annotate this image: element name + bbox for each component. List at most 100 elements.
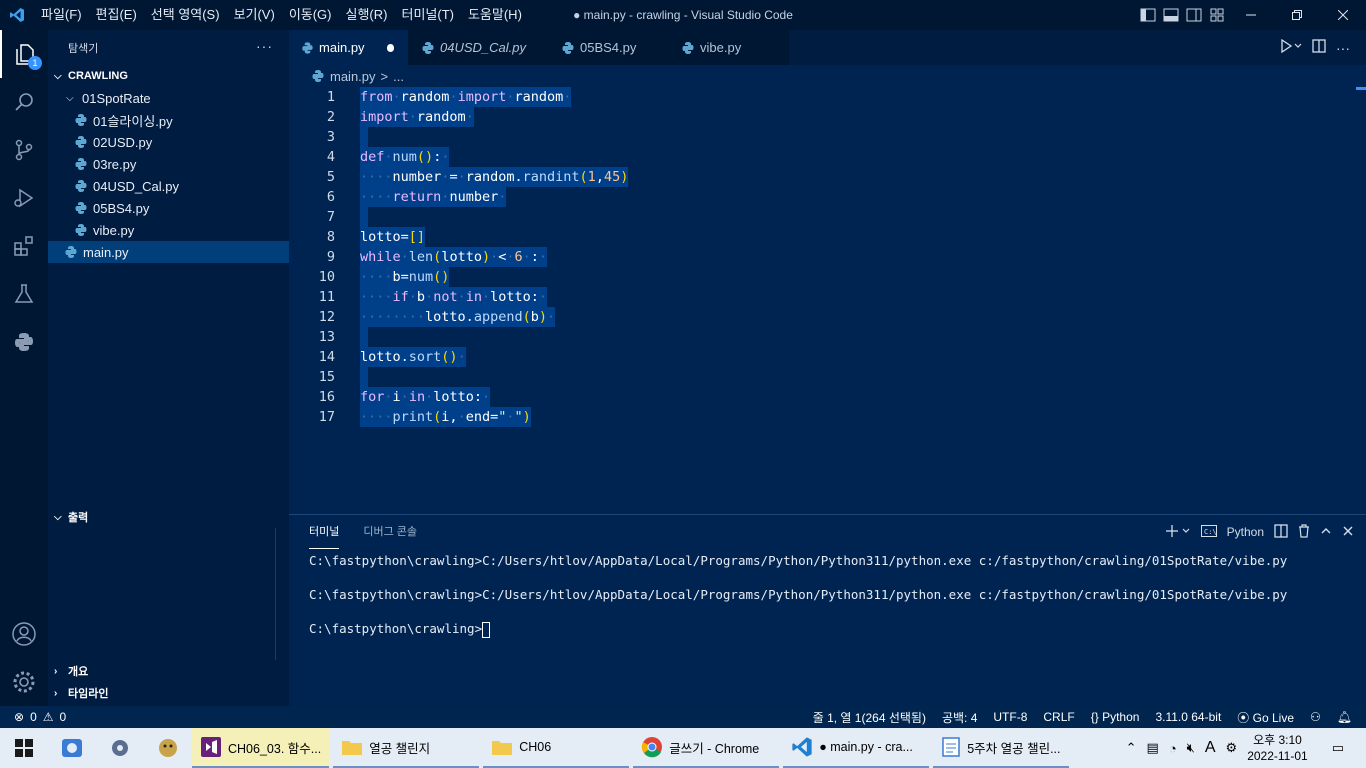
- terminal-shell-icon[interactable]: C:\: [1200, 524, 1217, 540]
- customize-layout-icon[interactable]: [1209, 8, 1226, 22]
- output-scrollbar[interactable]: [275, 528, 276, 660]
- clock-time: 오후 3:10: [1253, 733, 1302, 747]
- settings-gear-icon[interactable]: [0, 658, 48, 706]
- visual-studio-icon: [201, 737, 221, 757]
- toggle-panel-icon[interactable]: [1163, 8, 1180, 22]
- timeline-section[interactable]: › 타임라인: [48, 682, 289, 704]
- code-text: ········lotto.append(b)·: [360, 307, 556, 327]
- menu-help[interactable]: 도움말(H): [461, 0, 529, 30]
- restore-button[interactable]: [1274, 0, 1320, 30]
- minimize-button[interactable]: [1228, 0, 1274, 30]
- python-interpreter[interactable]: 3.11.0 64-bit: [1155, 710, 1221, 724]
- output-section-header[interactable]: ⌵ 출력: [48, 506, 289, 528]
- tab-terminal[interactable]: 터미널: [309, 515, 340, 549]
- pinned-app-character-icon[interactable]: [144, 728, 192, 768]
- indentation[interactable]: 공백: 4: [942, 709, 977, 726]
- action-center-icon[interactable]: ▭: [1332, 740, 1344, 756]
- notifications-bell-icon[interactable]: 🔔︎: [1337, 710, 1352, 724]
- breadcrumb-file[interactable]: main.py: [330, 69, 376, 84]
- folder-01spotrate[interactable]: ⌵ 01SpotRate: [48, 87, 289, 109]
- folder-icon: [342, 741, 363, 755]
- pinned-app-settings-icon[interactable]: [96, 728, 144, 768]
- file-item[interactable]: 02USD.py: [48, 131, 289, 153]
- outline-section[interactable]: › 개요: [48, 660, 289, 682]
- extensions-icon[interactable]: [0, 222, 48, 270]
- windows-start-icon[interactable]: [0, 728, 48, 768]
- maximize-panel-icon[interactable]: [1320, 525, 1332, 540]
- clock[interactable]: 오후 3:10 2022-11-01: [1247, 732, 1308, 764]
- code-line: 7: [289, 207, 1349, 227]
- toggle-primary-sidebar-icon[interactable]: [1140, 8, 1157, 22]
- terminal-prompt-line: C:\fastpython\crawling>: [309, 619, 1287, 653]
- account-icon[interactable]: [0, 610, 48, 658]
- split-editor-icon[interactable]: [1312, 39, 1326, 56]
- taskbar-app-explorer-1[interactable]: 열공 챌린지: [333, 728, 480, 768]
- run-python-file-icon[interactable]: [1280, 38, 1302, 56]
- kill-terminal-trash-icon[interactable]: [1298, 523, 1310, 541]
- split-terminal-icon[interactable]: [1274, 523, 1288, 541]
- unsaved-dot-icon[interactable]: [386, 43, 394, 52]
- workspace-section[interactable]: ⌵ CRAWLING: [48, 65, 289, 87]
- file-item[interactable]: 01슬라이싱.py: [48, 109, 289, 131]
- search-icon[interactable]: [0, 78, 48, 126]
- taskbar-app-notepad[interactable]: 5주차 열공 챌린...: [933, 728, 1070, 768]
- taskbar-app-explorer-2[interactable]: CH06: [483, 728, 630, 768]
- end-of-line[interactable]: CRLF: [1043, 710, 1074, 724]
- volume-muted-icon[interactable]: 🔇︎: [1187, 740, 1195, 756]
- pinned-app-screenshot-icon[interactable]: [48, 728, 96, 768]
- breadcrumb-symbols[interactable]: ...: [393, 69, 404, 84]
- cursor-position[interactable]: 줄 1, 열 1(264 선택됨): [813, 709, 926, 726]
- menu-selection[interactable]: 선택 영역(S): [144, 0, 227, 30]
- file-item[interactable]: 03re.py: [48, 153, 289, 175]
- file-item[interactable]: 05BS4.py: [48, 197, 289, 219]
- tab-vibe-py[interactable]: vibe.py: [669, 30, 789, 65]
- python-icon[interactable]: [0, 318, 48, 366]
- code-text: ····b=num(): [360, 267, 450, 287]
- code-text: ····return·number·: [360, 187, 507, 207]
- problems-indicator[interactable]: ⊗ 0 ⚠ 0: [0, 710, 66, 724]
- code-line: 15: [289, 367, 1349, 387]
- network-icon[interactable]: ▤: [1147, 740, 1159, 756]
- taskbar-app-vscode[interactable]: ● main.py - cra...: [783, 728, 930, 768]
- chevron-up-icon[interactable]: ⌃: [1126, 740, 1137, 756]
- menu-file[interactable]: 파일(F): [34, 0, 89, 30]
- menu-terminal[interactable]: 터미널(T): [394, 0, 460, 30]
- tab-main-py[interactable]: main.py: [289, 30, 409, 65]
- taskbar-app-chrome[interactable]: 글쓰기 - Chrome: [633, 728, 780, 768]
- menu-edit[interactable]: 편집(E): [89, 0, 144, 30]
- code-text: [360, 127, 368, 147]
- file-item-main[interactable]: main.py: [48, 241, 289, 263]
- close-button[interactable]: [1320, 0, 1366, 30]
- new-terminal-icon[interactable]: [1165, 524, 1191, 541]
- taskbar-app-visual-studio[interactable]: CH06_03. 함수...: [192, 728, 330, 768]
- source-control-icon[interactable]: [0, 126, 48, 174]
- explorer-icon[interactable]: 1: [0, 30, 48, 78]
- menu-run[interactable]: 실행(R): [339, 0, 395, 30]
- language-mode[interactable]: {} Python: [1091, 710, 1140, 724]
- line-number: 16: [318, 389, 335, 405]
- input-method-indicator[interactable]: A: [1205, 739, 1216, 757]
- menu-go[interactable]: 이동(G): [282, 0, 339, 30]
- terminal-output[interactable]: C:\fastpython\crawling>C:/Users/htlov/Ap…: [309, 551, 1287, 653]
- more-editor-actions-icon[interactable]: ···: [1336, 40, 1350, 56]
- menu-view[interactable]: 보기(V): [227, 0, 282, 30]
- more-actions-icon[interactable]: ···: [256, 38, 273, 54]
- wifi-icon[interactable]: ◔: [1169, 741, 1177, 756]
- close-panel-icon[interactable]: [1342, 525, 1354, 540]
- file-item[interactable]: 04USD_Cal.py: [48, 175, 289, 197]
- code-editor[interactable]: 1 from·random·import·random· 2 import·rand…: [289, 87, 1366, 512]
- toggle-secondary-sidebar-icon[interactable]: [1186, 8, 1203, 22]
- terminal-shell-label[interactable]: Python: [1227, 525, 1264, 539]
- tab-05bs4-py[interactable]: 05BS4.py: [549, 30, 669, 65]
- tab-04usd-cal-py[interactable]: 04USD_Cal.py: [409, 30, 549, 65]
- feedback-icon[interactable]: ⚇: [1310, 710, 1321, 724]
- run-debug-icon[interactable]: [0, 174, 48, 222]
- testing-icon[interactable]: [0, 270, 48, 318]
- file-label: 03re.py: [93, 156, 137, 172]
- encoding[interactable]: UTF-8: [993, 710, 1027, 724]
- file-item[interactable]: vibe.py: [48, 219, 289, 241]
- tab-debug-console[interactable]: 디버그 콘솔: [363, 515, 417, 549]
- go-live-button[interactable]: ⦿ Go Live: [1237, 709, 1294, 726]
- tray-settings-gear-icon[interactable]: ⚙: [1226, 740, 1238, 756]
- explorer-badge: 1: [28, 56, 42, 70]
